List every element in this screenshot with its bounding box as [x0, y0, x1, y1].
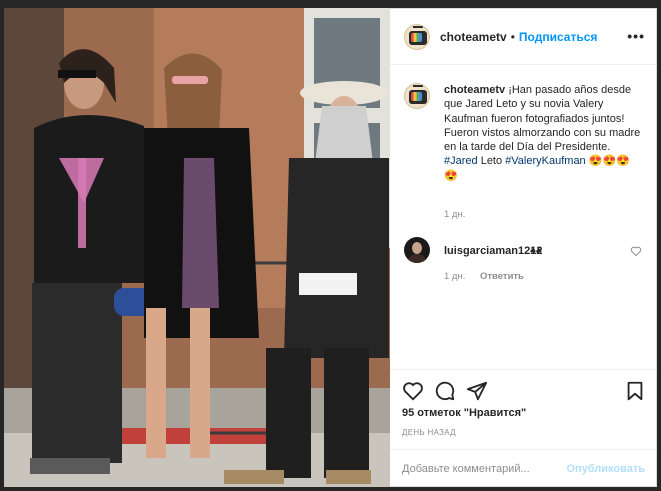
post-side-panel: choteametv • Подписаться ••• choteametv …	[390, 8, 657, 487]
commenter-username[interactable]: luisgarciaman1212	[444, 245, 542, 257]
more-icon[interactable]: •••	[627, 28, 645, 44]
caption-emoji-2: 😍	[444, 169, 458, 182]
comment-text: ♠♠	[530, 245, 542, 257]
post-date: ДЕНЬ НАЗАД	[402, 428, 456, 437]
post-photo[interactable]	[4, 8, 390, 487]
author-username[interactable]: choteametv	[440, 30, 507, 44]
post-header: choteametv • Подписаться •••	[390, 9, 657, 65]
like-icon[interactable]	[402, 380, 424, 402]
commenter-avatar[interactable]	[404, 237, 430, 263]
publish-button[interactable]: Опубликовать	[566, 463, 645, 475]
comment-like-icon[interactable]	[630, 245, 642, 257]
post-window: choteametv • Подписаться ••• choteametv …	[0, 0, 661, 491]
photo-illustration	[4, 8, 390, 487]
caption-word: Leto	[477, 155, 506, 168]
caption-time: 1 дн.	[444, 209, 466, 220]
caption-avatar[interactable]	[404, 83, 430, 109]
caption-text: choteametv ¡Han pasado años desde que Ja…	[444, 83, 644, 183]
hashtag-jared[interactable]: #Jared	[444, 155, 478, 167]
reply-button[interactable]: Ответить	[480, 271, 524, 282]
add-comment-bar: Добавьте комментарий... Опубликовать	[390, 449, 657, 488]
comment-input[interactable]: Добавьте комментарий...	[402, 463, 530, 475]
hashtag-valerykaufman[interactable]: #ValeryKaufman	[505, 155, 586, 167]
caption-username[interactable]: choteametv	[444, 84, 505, 96]
author-avatar[interactable]	[404, 23, 430, 50]
comment-meta: 1 дн. Ответить	[444, 271, 524, 282]
comment-time: 1 дн.	[444, 271, 466, 282]
follow-button[interactable]: Подписаться	[519, 30, 597, 44]
share-icon[interactable]	[466, 380, 488, 402]
separator-dot: •	[510, 29, 515, 44]
save-icon[interactable]	[624, 380, 646, 402]
caption-emoji: 😍😍😍	[585, 155, 630, 168]
comment-icon[interactable]	[434, 380, 456, 402]
likes-count[interactable]: 95 отметок "Нравится"	[402, 407, 526, 419]
